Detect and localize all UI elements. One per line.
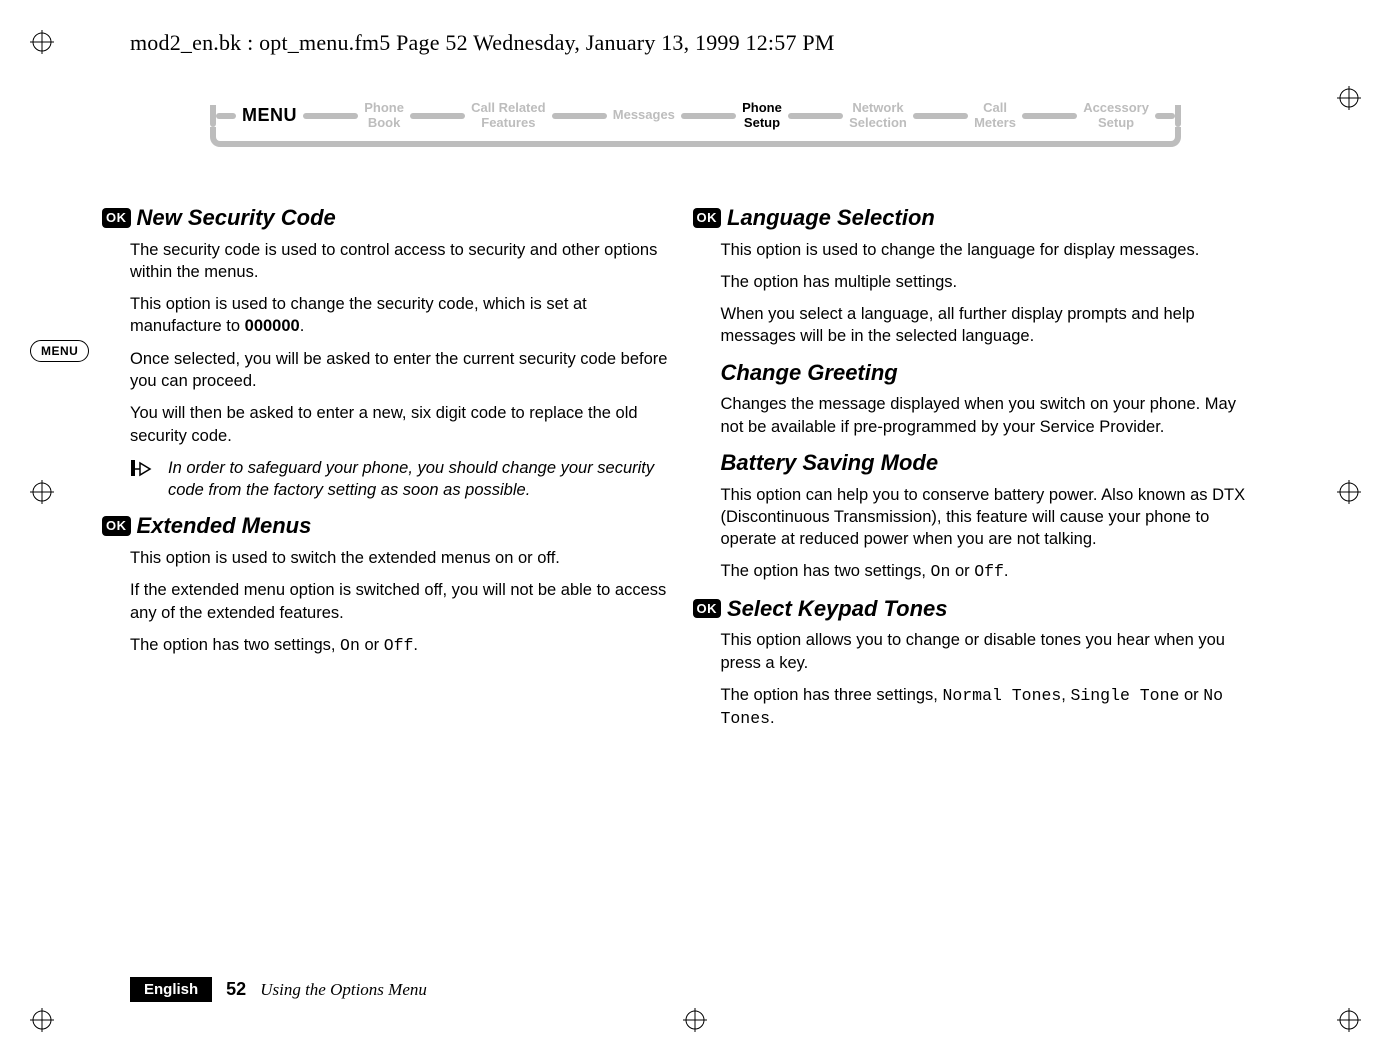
menu-breadcrumb: MENU PhoneBook Call RelatedFeatures Mess… bbox=[130, 101, 1261, 163]
body-text: This option can help you to conserve bat… bbox=[721, 484, 1262, 551]
body-text: This option allows you to change or disa… bbox=[721, 629, 1262, 674]
body-text: The option has multiple settings. bbox=[721, 271, 1262, 293]
body-text: If the extended menu option is switched … bbox=[130, 579, 671, 624]
body-text: This option is used to switch the extend… bbox=[130, 547, 671, 569]
ok-icon: OK bbox=[693, 208, 722, 228]
heading-battery-saving-mode: Battery Saving Mode bbox=[721, 448, 1262, 478]
crop-mark bbox=[30, 30, 54, 54]
heading-extended-menus: OK Extended Menus bbox=[102, 511, 671, 541]
document-header: mod2_en.bk : opt_menu.fm5 Page 52 Wednes… bbox=[130, 30, 1261, 56]
crop-mark bbox=[1337, 86, 1361, 110]
heading-new-security-code: OK New Security Code bbox=[102, 203, 671, 233]
body-text: Changes the message displayed when you s… bbox=[721, 393, 1262, 438]
page-number: 52 bbox=[226, 979, 246, 1000]
crop-mark bbox=[683, 1008, 707, 1032]
body-text: Once selected, you will be asked to ente… bbox=[130, 348, 671, 393]
language-badge: English bbox=[130, 977, 212, 1002]
crop-mark bbox=[1337, 1008, 1361, 1032]
body-text: You will then be asked to enter a new, s… bbox=[130, 402, 671, 447]
note: In order to safeguard your phone, you sh… bbox=[130, 457, 671, 502]
ok-icon: OK bbox=[102, 208, 131, 228]
page-footer: English 52 Using the Options Menu bbox=[130, 977, 427, 1002]
ok-icon: OK bbox=[693, 599, 722, 619]
body-text: This option is used to change the langua… bbox=[721, 239, 1262, 261]
menu-badge: MENU bbox=[30, 340, 89, 362]
note-hand-icon bbox=[130, 457, 160, 502]
ok-icon: OK bbox=[102, 516, 131, 536]
crop-mark bbox=[30, 1008, 54, 1032]
heading-change-greeting: Change Greeting bbox=[721, 358, 1262, 388]
menu-root-label: MENU bbox=[242, 105, 297, 126]
body-text: This option is used to change the securi… bbox=[130, 293, 671, 338]
body-text: The option has two settings, On or Off. bbox=[721, 560, 1262, 583]
crop-mark bbox=[1337, 480, 1361, 504]
section-title: Using the Options Menu bbox=[260, 980, 427, 1000]
body-text: The security code is used to control acc… bbox=[130, 239, 671, 284]
tab-messages: Messages bbox=[613, 108, 675, 123]
body-text: The option has three settings, Normal To… bbox=[721, 684, 1262, 731]
body-text: When you select a language, all further … bbox=[721, 303, 1262, 348]
heading-language-selection: OK Language Selection bbox=[693, 203, 1262, 233]
body-text: The option has two settings, On or Off. bbox=[130, 634, 671, 657]
heading-select-keypad-tones: OK Select Keypad Tones bbox=[693, 594, 1262, 624]
crop-mark bbox=[30, 480, 54, 504]
